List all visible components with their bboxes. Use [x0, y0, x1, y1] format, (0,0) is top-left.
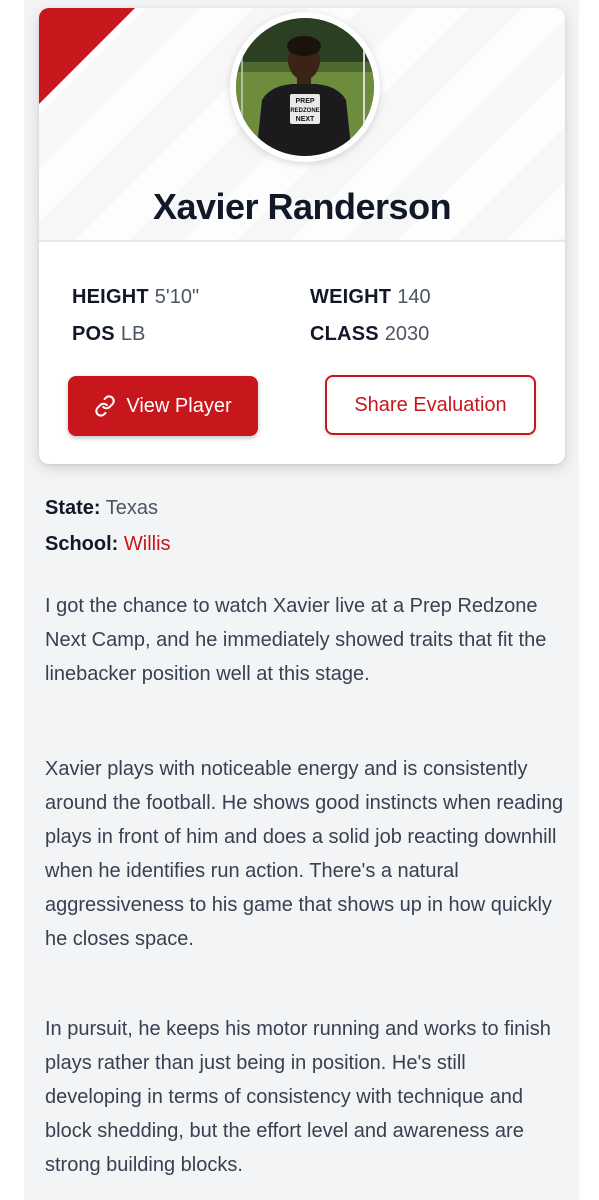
avatar-ring: PREP REDZONE NEXT	[230, 12, 380, 162]
corner-ribbon	[39, 8, 135, 104]
school-link[interactable]: Willis	[124, 533, 171, 555]
stat-weight: WEIGHT 140	[310, 285, 431, 309]
view-player-button[interactable]: View Player	[68, 376, 258, 436]
evaluation-paragraph-2: Xavier plays with noticeable energy and …	[45, 758, 564, 950]
stat-pos-label: POS	[72, 323, 115, 345]
share-evaluation-label: Share Evaluation	[354, 393, 507, 416]
shirt-text-2: REDZONE	[290, 108, 319, 114]
divider	[39, 240, 565, 242]
state-label: State:	[45, 497, 101, 519]
share-evaluation-button[interactable]: Share Evaluation	[325, 375, 536, 435]
stat-class-label: CLASS	[310, 323, 379, 345]
avatar: PREP REDZONE NEXT	[236, 18, 374, 156]
stat-pos-value: LB	[120, 323, 146, 345]
stat-height-label: HEIGHT	[72, 286, 149, 308]
state-value: Texas	[105, 497, 159, 519]
player-name: Xavier Randerson	[152, 186, 452, 227]
evaluation-paragraph-1: I got the chance to watch Xavier live at…	[45, 595, 547, 685]
link-icon	[94, 395, 116, 417]
player-photo: PREP REDZONE NEXT	[236, 18, 374, 156]
shirt-text-3: NEXT	[296, 116, 315, 123]
stat-pos: POS LB	[72, 322, 145, 346]
view-player-label: View Player	[126, 394, 232, 417]
page: PREP REDZONE NEXT Xavier Randerson HEIGH…	[0, 0, 599, 1200]
stat-height: HEIGHT 5'10"	[72, 285, 199, 309]
evaluation-paragraph-3: In pursuit, he keeps his motor running a…	[45, 1018, 551, 1176]
stat-weight-value: 140	[397, 286, 431, 308]
player-card: PREP REDZONE NEXT Xavier Randerson HEIGH…	[39, 8, 565, 464]
school-label: School:	[45, 533, 119, 555]
shirt-text-1: PREP	[295, 98, 314, 105]
stat-height-value: 5'10"	[154, 286, 200, 308]
school-row: School: Willis	[45, 531, 171, 557]
stat-weight-label: WEIGHT	[310, 286, 392, 308]
state-row: State: Texas	[45, 495, 158, 521]
stat-class-value: 2030	[384, 323, 430, 345]
stat-class: CLASS 2030	[310, 322, 429, 346]
